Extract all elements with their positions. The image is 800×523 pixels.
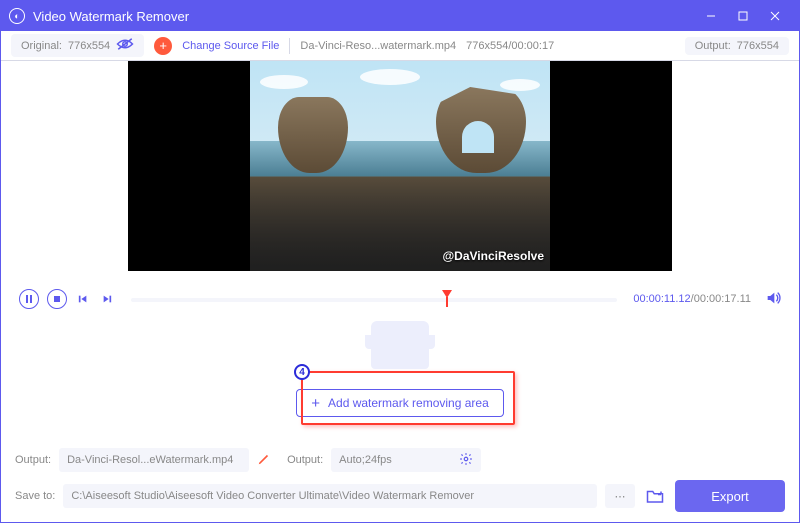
export-label: Export: [711, 489, 749, 504]
original-resolution: 776x554: [68, 40, 110, 52]
current-time: 00:00:11.12: [633, 293, 690, 305]
seek-bar[interactable]: [131, 294, 617, 304]
change-source-link[interactable]: Change Source File: [182, 40, 279, 52]
volume-button[interactable]: [765, 290, 781, 309]
titlebar: ◐ Video Watermark Remover: [1, 1, 799, 31]
output-resolution: 776x554: [737, 40, 779, 52]
add-watermark-area-button[interactable]: + Add watermark removing area: [296, 389, 504, 417]
add-area-zone: + Add watermark removing area 4: [1, 317, 799, 444]
playback-controls: 00:00:11.12/00:00:17.11: [1, 281, 799, 317]
output-row: Output: Da-Vinci-Resol...eWatermark.mp4 …: [1, 444, 799, 476]
save-to-label: Save to:: [15, 490, 55, 502]
app-logo-icon: ◐: [9, 8, 25, 24]
output-label: Output:: [695, 40, 731, 52]
time-display: 00:00:11.12/00:00:17.11: [633, 293, 751, 305]
output-settings-field[interactable]: Auto;24fps: [331, 448, 481, 472]
output-settings-value: Auto;24fps: [339, 454, 392, 466]
minimize-button[interactable]: [695, 1, 727, 31]
stop-button[interactable]: [47, 289, 67, 309]
window-title: Video Watermark Remover: [33, 9, 189, 24]
add-watermark-area-label: Add watermark removing area: [328, 396, 489, 410]
video-letterbox[interactable]: @DaVinciResolve: [128, 61, 672, 271]
rename-output-button[interactable]: [257, 452, 271, 469]
save-path: C:\Aiseesoft Studio\Aiseesoft Video Conv…: [71, 490, 474, 502]
video-frame: @DaVinciResolve: [250, 61, 550, 271]
maximize-button[interactable]: [727, 1, 759, 31]
original-resolution-pill: Original: 776x554: [11, 34, 144, 57]
open-folder-button[interactable]: [643, 484, 667, 508]
output-file-label: Output:: [15, 454, 51, 466]
export-button[interactable]: Export: [675, 480, 785, 512]
close-button[interactable]: [759, 1, 791, 31]
toolbar: Original: 776x554 + Change Source File D…: [1, 31, 799, 61]
video-preview-area: @DaVinciResolve: [1, 61, 799, 281]
save-to-row: Save to: C:\Aiseesoft Studio\Aiseesoft V…: [1, 476, 799, 522]
output-resolution-pill: Output: 776x554: [685, 37, 789, 55]
prev-frame-button[interactable]: [75, 289, 91, 309]
total-time: 00:00:17.11: [694, 293, 751, 305]
separator: [289, 38, 290, 54]
save-path-field: C:\Aiseesoft Studio\Aiseesoft Video Conv…: [63, 484, 597, 508]
next-frame-button[interactable]: [99, 289, 115, 309]
add-source-icon[interactable]: +: [154, 37, 172, 55]
browse-path-button[interactable]: ⋯: [605, 484, 635, 508]
source-filename: Da-Vinci-Reso...watermark.mp4: [300, 40, 456, 52]
gear-icon[interactable]: [459, 452, 473, 469]
dropbox-icon: [371, 321, 429, 369]
output-settings-label: Output:: [287, 454, 323, 466]
original-label: Original:: [21, 40, 62, 52]
watermark-text: @DaVinciResolve: [442, 249, 544, 263]
source-meta: 776x554/00:00:17: [466, 40, 554, 52]
pause-button[interactable]: [19, 289, 39, 309]
preview-toggle-icon[interactable]: [116, 37, 134, 54]
step-badge: 4: [294, 364, 310, 380]
plus-icon: +: [311, 396, 320, 411]
output-filename-field: Da-Vinci-Resol...eWatermark.mp4: [59, 448, 249, 472]
output-filename: Da-Vinci-Resol...eWatermark.mp4: [67, 454, 233, 466]
